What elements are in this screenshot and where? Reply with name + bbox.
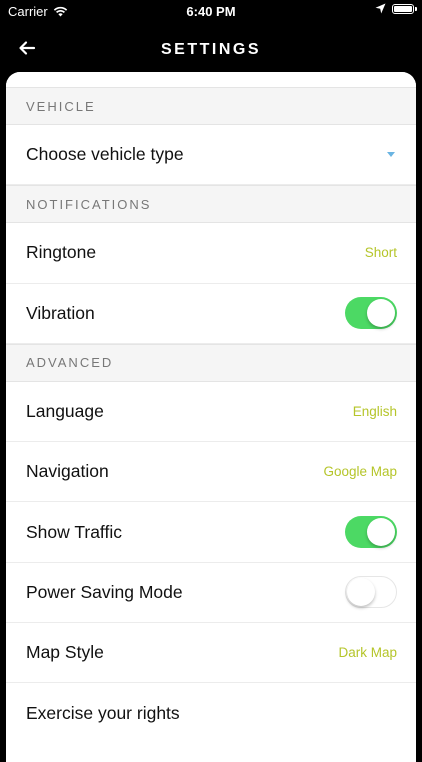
section-header-advanced: ADVANCED — [6, 343, 416, 382]
navigation-label: Navigation — [26, 461, 109, 482]
status-time: 6:40 PM — [186, 4, 236, 19]
choose-vehicle-label: Choose vehicle type — [26, 144, 184, 165]
exercise-rights-row[interactable]: Exercise your rights — [6, 683, 416, 744]
ringtone-value[interactable]: Short — [365, 245, 397, 260]
navigation-row[interactable]: Navigation Google Map — [6, 442, 416, 503]
sheet-top-spacer — [6, 72, 416, 87]
vibration-toggle[interactable] — [345, 297, 397, 330]
page-title: SETTINGS — [160, 41, 261, 58]
language-value[interactable]: English — [353, 404, 397, 419]
language-row[interactable]: Language English — [6, 381, 416, 443]
map-style-row[interactable]: Map Style Dark Map — [6, 623, 416, 684]
status-bar: Carrier 6:40 PM — [0, 0, 422, 22]
ringtone-label: Ringtone — [26, 242, 97, 263]
section-header-vehicle: VEHICLE — [6, 87, 416, 125]
map-style-label: Map Style — [26, 642, 104, 663]
section-header-notifications: NOTIFICATIONS — [6, 185, 416, 224]
toggle-knob — [367, 299, 395, 328]
vibration-row: Vibration — [6, 283, 416, 344]
toggle-knob — [346, 577, 375, 606]
vibration-label: Vibration — [26, 302, 95, 323]
map-style-value[interactable]: Dark Map — [338, 645, 397, 660]
nav-bar: SETTINGS — [0, 22, 422, 74]
status-right-group — [375, 3, 417, 14]
battery-icon — [392, 3, 417, 14]
settings-sheet: VEHICLE Choose vehicle type NOTIFICATION… — [6, 72, 416, 762]
power-saving-row: Power Saving Mode — [6, 562, 416, 624]
show-traffic-row: Show Traffic — [6, 502, 416, 563]
show-traffic-label: Show Traffic — [26, 521, 122, 542]
toggle-knob — [367, 518, 395, 547]
exercise-rights-label: Exercise your rights — [26, 703, 180, 724]
dropdown-caret-icon[interactable] — [387, 152, 395, 158]
show-traffic-toggle[interactable] — [345, 516, 397, 549]
navigation-value[interactable]: Google Map — [323, 464, 397, 479]
location-arrow-icon — [375, 3, 386, 14]
language-label: Language — [26, 401, 104, 422]
ringtone-row[interactable]: Ringtone Short — [6, 223, 416, 284]
power-saving-toggle[interactable] — [345, 576, 397, 609]
power-saving-label: Power Saving Mode — [26, 581, 183, 602]
choose-vehicle-row[interactable]: Choose vehicle type — [6, 125, 416, 186]
